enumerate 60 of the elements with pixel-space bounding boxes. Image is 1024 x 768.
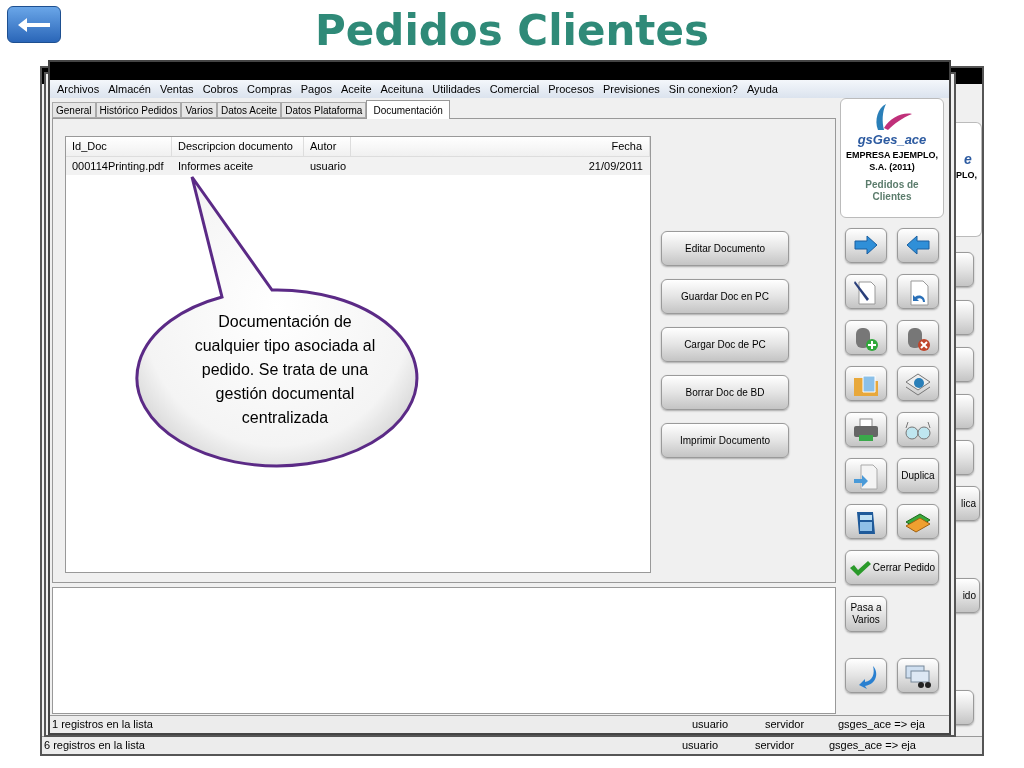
- toolbar-button[interactable]: [845, 504, 887, 539]
- tab[interactable]: Varios: [181, 102, 217, 118]
- close-order-button[interactable]: Cerrar Pedido: [845, 550, 939, 585]
- tab[interactable]: Documentación: [366, 100, 450, 119]
- action-button[interactable]: Editar Documento: [661, 231, 789, 266]
- document-arrow-icon: [851, 461, 881, 490]
- menu-item[interactable]: Aceite: [340, 80, 372, 98]
- back-button[interactable]: [7, 6, 61, 43]
- company-name: EMPRESA EJEMPLO, S.A. (2011): [844, 149, 940, 173]
- printer-icon: [851, 415, 881, 444]
- notes-field[interactable]: [52, 587, 836, 714]
- checkmark-icon: [848, 559, 871, 576]
- table-cell-text: usuario: [309, 158, 348, 174]
- menu-item[interactable]: Ayuda: [746, 80, 778, 98]
- arrow-left-icon: [17, 16, 51, 33]
- menu-item[interactable]: Ventas: [160, 80, 194, 98]
- menu-item[interactable]: Cobros: [202, 80, 239, 98]
- table-cell-text: Informes aceite: [177, 158, 255, 174]
- status-text: 6 registros en la lista: [43, 738, 146, 754]
- toolbar-button[interactable]: [897, 658, 939, 693]
- status-text: gsges_ace => eja: [837, 717, 926, 733]
- action-button[interactable]: Guardar Doc en PC: [661, 279, 789, 314]
- menu-item[interactable]: Pagos: [300, 80, 332, 98]
- menu-item[interactable]: Archivos: [57, 80, 100, 98]
- menu-item[interactable]: Almacén: [108, 80, 151, 98]
- module-name: Pedidos de Clientes: [864, 179, 920, 203]
- action-button[interactable]: Borrar Doc de BD: [661, 375, 789, 410]
- callout-text: Documentación de cualquier tipo asociada al pedido. Se trata de una gestión documental centralizada: [193, 312, 377, 428]
- status-text: gsges_ace => eja: [828, 738, 917, 754]
- status-text: servidor: [764, 717, 806, 733]
- column-header[interactable]: Fecha: [351, 137, 650, 156]
- menu-item[interactable]: Comercial: [489, 80, 540, 98]
- column-header[interactable]: Descripcion documento: [172, 137, 304, 156]
- pass-to-varios-button[interactable]: Pasa a Varios: [845, 596, 887, 632]
- column-header[interactable]: Autor: [304, 137, 351, 156]
- menu-item[interactable]: Aceituna: [380, 80, 424, 98]
- tab[interactable]: Histórico Pedidos: [95, 102, 182, 118]
- menu-item[interactable]: Sin conexion?: [668, 80, 738, 98]
- company-text: PLO,: [956, 169, 977, 182]
- tab[interactable]: General: [52, 102, 96, 118]
- logo-text: gsGes_ace: [857, 132, 927, 147]
- table-cell-text: 21/09/2011: [587, 158, 644, 174]
- tab[interactable]: Datos Plataforma: [281, 102, 367, 118]
- action-button[interactable]: Imprimir Documento: [661, 423, 789, 458]
- table-cell-text: 000114Printing.pdf: [71, 158, 165, 174]
- column-header[interactable]: Id_Doc: [66, 137, 172, 156]
- menu-item[interactable]: Procesos: [548, 80, 594, 98]
- menu-item[interactable]: Previsiones: [603, 80, 660, 98]
- logo-text: e: [964, 150, 972, 169]
- status-text: 1 registros en la lista: [51, 717, 154, 733]
- menu-item[interactable]: Compras: [247, 80, 292, 98]
- tab[interactable]: Datos Aceite: [217, 102, 282, 118]
- duplicate-button[interactable]: Duplica: [897, 458, 939, 493]
- status-text: usuario: [681, 738, 720, 754]
- status-text: usuario: [691, 717, 730, 733]
- slide-title: Pedidos Clientes: [315, 10, 709, 52]
- menu-item[interactable]: Utilidades: [432, 80, 481, 98]
- toolbar-button[interactable]: [845, 274, 887, 309]
- action-button[interactable]: Cargar Doc de PC: [661, 327, 789, 362]
- status-text: servidor: [754, 738, 796, 754]
